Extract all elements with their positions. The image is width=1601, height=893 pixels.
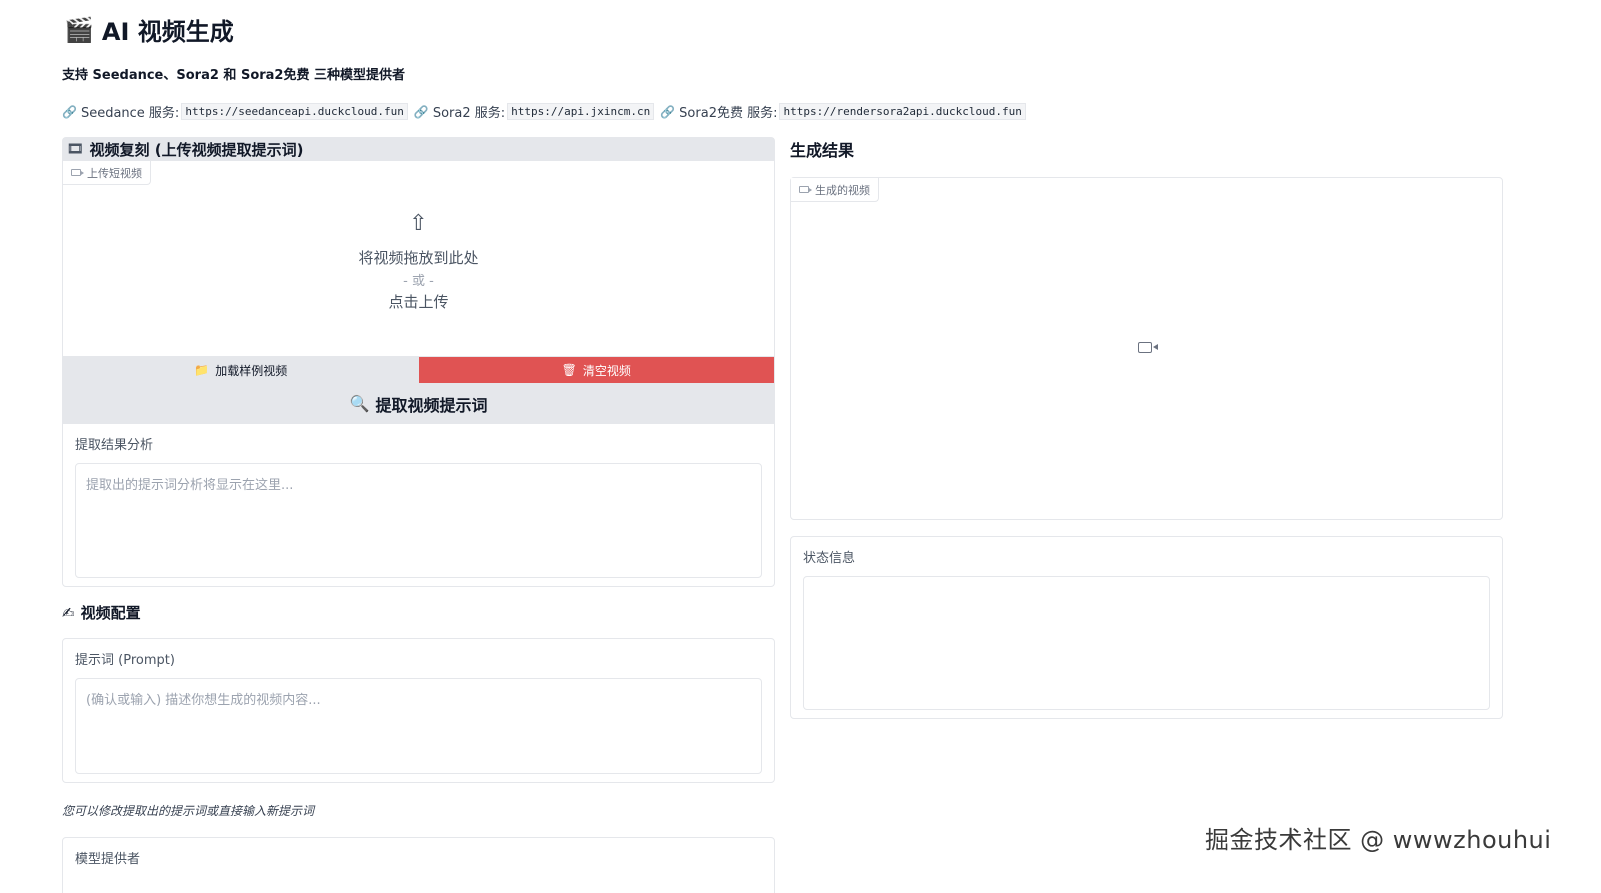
upload-buttons-row: 📁 加载样例视频 🗑 清空视频 xyxy=(63,357,774,383)
page-title: AI 视频生成 xyxy=(101,18,234,46)
video-camera-icon xyxy=(71,169,84,176)
right-column: 生成结果 生成的视频 状态信息 xyxy=(790,137,1503,719)
watermark: 掘金技术社区 @ wwwzhouhui xyxy=(1205,826,1552,854)
click-upload-text: 点击上传 xyxy=(388,293,449,311)
status-label: 状态信息 xyxy=(803,551,856,566)
folder-icon: 📁 xyxy=(194,363,210,377)
status-textarea[interactable] xyxy=(803,576,1490,710)
sora2-free-service-url[interactable]: https://rendersora2api.duckcloud.fun xyxy=(779,103,1026,120)
prompt-field: 提示词 (Prompt) xyxy=(63,639,774,788)
generated-video-tag: 生成的视频 xyxy=(791,178,879,202)
upload-video-tag: 上传短视频 xyxy=(63,161,151,185)
status-field: 状态信息 xyxy=(791,537,1502,724)
frames-icon: 🎞 xyxy=(67,142,84,157)
generated-video-tag-label: 生成的视频 xyxy=(815,183,870,197)
clear-video-button[interactable]: 🗑 清空视频 xyxy=(418,357,774,383)
load-sample-video-button[interactable]: 📁 加载样例视频 xyxy=(63,357,419,383)
video-replicate-title: 视频复刻 (上传视频提取提示词) xyxy=(89,141,304,159)
prompt-note: 您可以修改提取出的提示词或直接输入新提示词 xyxy=(62,804,315,818)
video-replicate-header: 🎞 视频复刻 (上传视频提取提示词) xyxy=(63,138,774,161)
video-config-heading: ✍ 视频配置 xyxy=(62,602,775,623)
upload-video-tag-label: 上传短视频 xyxy=(87,166,142,180)
clapperboard-icon: 🎬 xyxy=(64,15,94,44)
extract-prompt-button[interactable]: 🔍 提取视频提示词 xyxy=(63,383,774,424)
seedance-service-url[interactable]: https://seedanceapi.duckcloud.fun xyxy=(181,103,408,120)
sora2-service-label: Sora2 服务: xyxy=(432,106,506,121)
seedance-service-label: Seedance 服务: xyxy=(80,106,180,121)
drop-text: 将视频拖放到此处 xyxy=(358,249,479,267)
prompt-label: 提示词 (Prompt) xyxy=(75,653,175,668)
load-sample-video-label: 加载样例视频 xyxy=(215,363,288,378)
video-placeholder-icon xyxy=(1138,342,1158,353)
left-column: 🎞 视频复刻 (上传视频提取提示词) 上传短视频 ⇧ 将视频拖放到此处 - 或 … xyxy=(62,137,775,893)
trash-icon: 🗑 xyxy=(561,363,577,377)
result-heading: 生成结果 xyxy=(790,141,855,160)
status-panel: 状态信息 xyxy=(790,536,1503,719)
video-upload-area[interactable]: 上传短视频 ⇧ 将视频拖放到此处 - 或 - 点击上传 xyxy=(63,161,774,357)
extract-prompt-label: 提取视频提示词 xyxy=(375,397,488,415)
provider-label: 模型提供者 xyxy=(75,852,141,867)
writing-hand-icon: ✍ xyxy=(62,603,75,622)
sora2-free-service-label: Sora2免费 服务: xyxy=(679,106,778,121)
video-config-title: 视频配置 xyxy=(80,604,141,622)
analysis-label: 提取结果分析 xyxy=(75,438,154,453)
generated-video-player[interactable]: 生成的视频 xyxy=(790,177,1503,520)
link-icon: 🔗 xyxy=(413,104,429,119)
analysis-textarea[interactable] xyxy=(75,463,762,578)
drop-or-text: - 或 - xyxy=(403,274,434,289)
clear-video-label: 清空视频 xyxy=(582,363,631,378)
upload-icon: ⇧ xyxy=(409,211,428,236)
magnifier-icon: 🔍 xyxy=(349,395,370,413)
page-header: 🎬 AI 视频生成 xyxy=(64,12,234,47)
sora2-service-url[interactable]: https://api.jxincm.cn xyxy=(507,103,655,120)
prompt-textarea[interactable] xyxy=(75,678,762,774)
drop-zone[interactable]: ⇧ 将视频拖放到此处 - 或 - 点击上传 xyxy=(63,211,774,312)
prompt-panel: 提示词 (Prompt) xyxy=(62,638,775,783)
analysis-field: 提取结果分析 xyxy=(63,424,774,592)
link-icon: 🔗 xyxy=(660,104,676,119)
page-subtitle: 支持 Seedance、Sora2 和 Sora2免费 三种模型提供者 xyxy=(62,68,406,83)
provider-field: 模型提供者 xyxy=(63,838,774,887)
provider-panel: 模型提供者 xyxy=(62,837,775,893)
service-links: 🔗 Seedance 服务: https://seedanceapi.duckc… xyxy=(62,102,1032,121)
video-camera-icon xyxy=(799,186,812,193)
link-icon: 🔗 xyxy=(62,104,77,119)
video-replicate-panel: 🎞 视频复刻 (上传视频提取提示词) 上传短视频 ⇧ 将视频拖放到此处 - 或 … xyxy=(62,137,775,587)
